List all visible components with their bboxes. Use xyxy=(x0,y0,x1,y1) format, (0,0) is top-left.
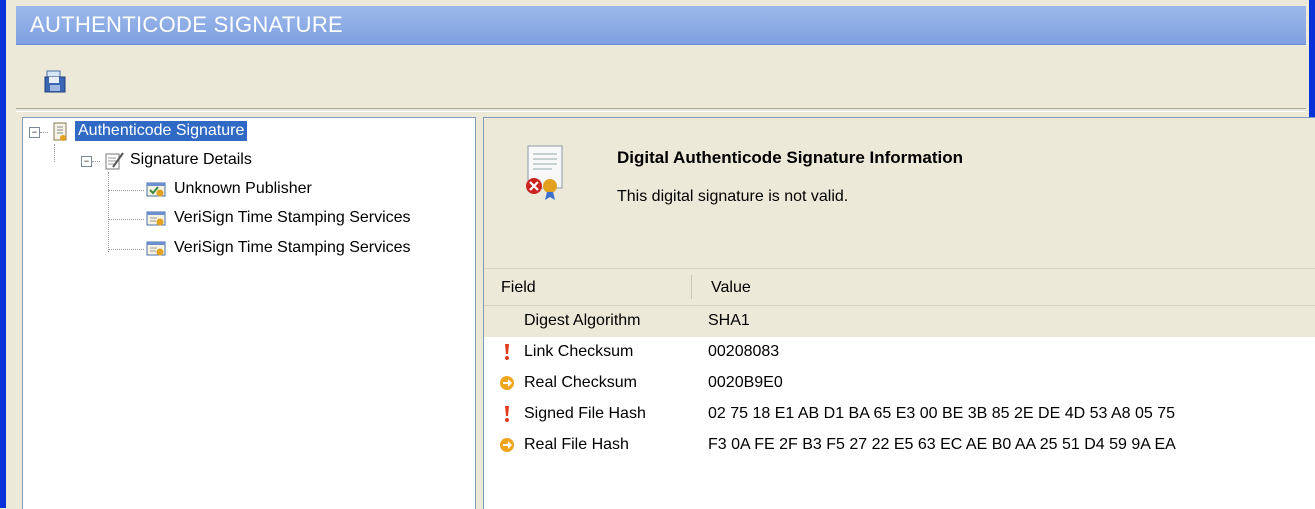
tree-line xyxy=(108,219,144,221)
table-row[interactable]: Real Checksum 0020B9E0 xyxy=(484,368,1315,399)
row-field: Link Checksum xyxy=(524,343,634,360)
table-row[interactable]: Link Checksum 00208083 xyxy=(484,337,1315,368)
tree-item-label: Signature Details xyxy=(130,151,252,168)
save-icon[interactable] xyxy=(42,68,68,94)
row-field: Real File Hash xyxy=(524,436,629,453)
window-title: AUTHENTICODE SIGNATURE xyxy=(30,12,343,37)
tree-line xyxy=(92,161,100,163)
column-header-field[interactable]: Field xyxy=(501,279,536,297)
table-row[interactable]: Signed File Hash 02 75 18 E1 AB D1 BA 65… xyxy=(484,399,1315,430)
tree-item-label: Authenticode Signature xyxy=(75,121,248,141)
warning-exclamation-icon xyxy=(498,405,516,423)
tree-item-label: VeriSign Time Stamping Services xyxy=(174,209,411,226)
pane-splitter[interactable] xyxy=(476,117,482,508)
certificate-document-icon xyxy=(49,121,71,143)
certificate-icon xyxy=(145,208,167,230)
detail-pane: Digital Authenticode Signature Informati… xyxy=(483,117,1315,509)
tree-item-label: Unknown Publisher xyxy=(174,180,312,197)
warning-exclamation-icon xyxy=(498,343,516,361)
signature-details-icon xyxy=(103,150,125,172)
column-header-value[interactable]: Value xyxy=(711,279,751,297)
row-value: SHA1 xyxy=(708,312,750,329)
info-subtitle: This digital signature is not valid. xyxy=(617,188,849,205)
tree-line xyxy=(108,172,110,252)
toolbar-separator xyxy=(16,108,1306,112)
tree-line xyxy=(108,249,144,251)
row-value: 02 75 18 E1 AB D1 BA 65 E3 00 BE 3B 85 2… xyxy=(708,405,1175,422)
row-value: F3 0A FE 2F B3 F5 27 22 E5 63 EC AE B0 A… xyxy=(708,436,1176,453)
signature-info-header: Digital Authenticode Signature Informati… xyxy=(484,118,1315,269)
certificate-icon xyxy=(145,238,167,260)
certificate-check-icon xyxy=(145,179,167,201)
row-value: 00208083 xyxy=(708,343,780,360)
row-value: 0020B9E0 xyxy=(708,374,783,391)
table-row[interactable]: Digest Algorithm SHA1 xyxy=(484,306,1315,337)
invalid-certificate-icon xyxy=(514,142,574,206)
row-field: Signed File Hash xyxy=(524,405,646,422)
row-field: Real Checksum xyxy=(524,374,637,391)
toolbar xyxy=(16,48,1306,108)
collapse-root-toggle[interactable]: − xyxy=(29,127,40,138)
title-bar: AUTHENTICODE SIGNATURE xyxy=(16,6,1306,45)
column-separator[interactable] xyxy=(691,275,692,299)
row-field: Digest Algorithm xyxy=(524,312,641,329)
collapse-details-toggle[interactable]: − xyxy=(81,156,92,167)
list-header: Field Value xyxy=(484,269,1315,306)
window: AUTHENTICODE SIGNATURE − Authenticode Si… xyxy=(6,0,1315,509)
table-row[interactable]: Real File Hash F3 0A FE 2F B3 F5 27 22 E… xyxy=(484,430,1315,461)
arrow-circle-icon xyxy=(498,374,516,392)
field-list: Digest Algorithm SHA1 Link Checksum 0020… xyxy=(484,306,1315,461)
info-title: Digital Authenticode Signature Informati… xyxy=(617,148,963,167)
arrow-circle-icon xyxy=(498,436,516,454)
tree-line xyxy=(108,190,144,192)
tree-line xyxy=(40,132,48,134)
tree-line xyxy=(54,144,56,162)
tree-pane[interactable]: − Authenticode Signature − Signature Det… xyxy=(22,117,476,509)
tree-item-label: VeriSign Time Stamping Services xyxy=(174,239,411,256)
